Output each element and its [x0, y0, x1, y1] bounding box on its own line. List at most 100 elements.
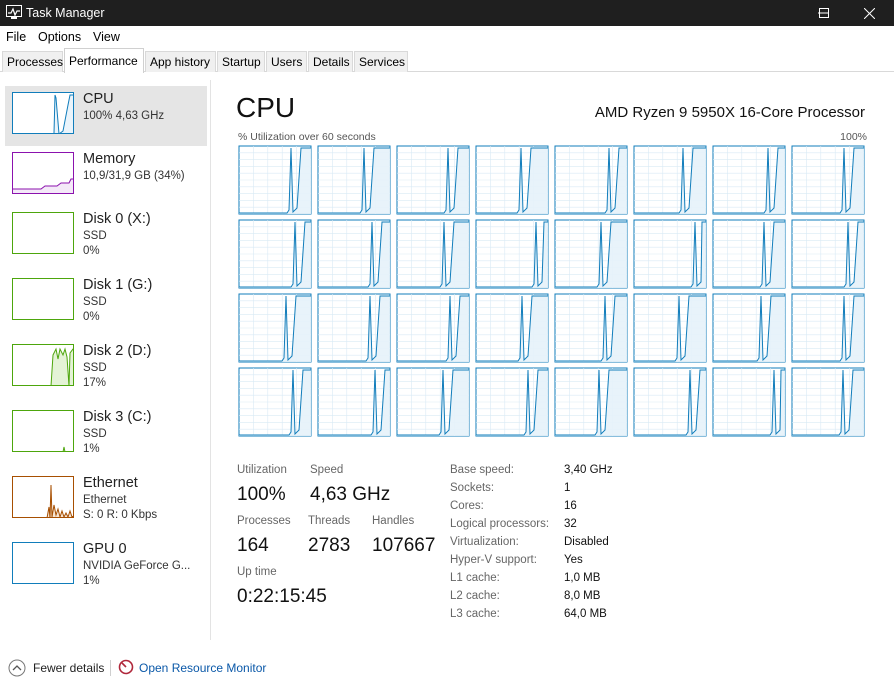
logical-processor-graph [396, 145, 470, 215]
sidebar-disk-3-usage: 1% [83, 443, 100, 455]
sidebar-item-gpu-0[interactable]: GPU 0 NVIDIA GeForce G... 1% [5, 536, 207, 596]
logical-processor-graph [712, 145, 786, 215]
sidebar-item-ethernet[interactable]: Ethernet Ethernet S: 0 R: 0 Kbps [5, 470, 207, 530]
l2-cache-value: 8,0 MB [564, 590, 601, 602]
logical-processor-graph [396, 219, 470, 289]
disk-3-thumbnail-graph [12, 410, 74, 452]
sidebar-memory-name: Memory [83, 151, 136, 167]
speed-label: Speed [310, 464, 344, 476]
sidebar-disk-0-name: Disk 0 (X:) [83, 211, 151, 227]
tab-details[interactable]: Details [308, 51, 353, 72]
threads-value: 2783 [308, 535, 351, 556]
tab-processes[interactable]: Processes [2, 51, 63, 72]
logical-processor-graph [396, 293, 470, 363]
logical-processor-graph [791, 145, 865, 215]
maximize-button[interactable] [801, 0, 847, 26]
base-speed-value: 3,40 GHz [564, 464, 613, 476]
tab-services[interactable]: Services [354, 51, 408, 72]
logical-processor-graph [554, 293, 628, 363]
sockets-label: Sockets: [450, 482, 495, 494]
speed-value: 4,63 GHz [310, 484, 391, 505]
window-title: Task Manager [26, 6, 105, 20]
virtualization-value: Disabled [564, 536, 609, 548]
sidebar-item-disk-0[interactable]: Disk 0 (X:) SSD 0% [5, 206, 207, 266]
uptime-label: Up time [237, 566, 277, 578]
chevron-up-icon[interactable] [8, 659, 26, 677]
graph-axis-label: % Utilization over 60 seconds [238, 131, 376, 143]
sidebar-item-disk-3[interactable]: Disk 3 (C:) SSD 1% [5, 404, 207, 464]
close-button[interactable] [846, 0, 892, 26]
ethernet-thumbnail-graph [12, 476, 74, 518]
handles-label: Handles [372, 515, 415, 527]
sidebar-ethernet-name: Ethernet [83, 475, 138, 491]
sidebar-disk-2-type: SSD [83, 362, 107, 374]
tab-bar: Processes Performance App history Startu… [0, 48, 894, 73]
menu-view[interactable]: View [93, 30, 120, 44]
sidebar-cpu-name: CPU [83, 91, 114, 107]
logical-processor-graph [396, 367, 470, 437]
logical-processor-graphs [238, 145, 865, 437]
sidebar-disk-3-type: SSD [83, 428, 107, 440]
sidebar-gpu-0-name: GPU 0 [83, 541, 127, 557]
hyperv-label: Hyper-V support: [450, 554, 537, 566]
logical-processors-label: Logical processors: [450, 518, 550, 530]
sidebar-item-cpu[interactable]: CPU 100% 4,63 GHz [5, 86, 207, 146]
hyperv-value: Yes [564, 554, 583, 566]
logical-processor-graph [633, 293, 707, 363]
graph-max-label: 100% [840, 131, 867, 143]
sidebar-disk-2-name: Disk 2 (D:) [83, 343, 152, 359]
logical-processor-graph [317, 145, 391, 215]
logical-processor-graph [791, 293, 865, 363]
menu-options[interactable]: Options [38, 30, 81, 44]
tab-startup[interactable]: Startup [217, 51, 265, 72]
logical-processor-graph [554, 219, 628, 289]
cores-label: Cores: [450, 500, 484, 512]
logical-processor-graph [475, 219, 549, 289]
tab-users[interactable]: Users [266, 51, 307, 72]
sidebar-item-disk-1[interactable]: Disk 1 (G:) SSD 0% [5, 272, 207, 332]
sidebar-gpu-0-model: NVIDIA GeForce G... [83, 560, 191, 572]
logical-processor-graph [633, 145, 707, 215]
menu-file[interactable]: File [6, 30, 26, 44]
logical-processor-graph [317, 219, 391, 289]
sidebar-gpu-0-usage: 1% [83, 575, 100, 587]
sidebar-disk-1-name: Disk 1 (G:) [83, 277, 153, 293]
processes-label: Processes [237, 515, 291, 527]
panel-divider [210, 80, 211, 640]
logical-processor-graph [633, 367, 707, 437]
resource-list: CPU 100% 4,63 GHz Memory 10,9/31,9 GB (3… [0, 72, 212, 642]
footer: Fewer details Open Resource Monitor [0, 652, 894, 682]
close-icon [863, 7, 875, 19]
l1-cache-label: L1 cache: [450, 572, 500, 584]
footer-separator [110, 660, 111, 676]
sidebar-disk-1-usage: 0% [83, 311, 100, 323]
sidebar-ethernet-adapter: Ethernet [83, 494, 127, 506]
l3-cache-label: L3 cache: [450, 608, 500, 620]
sidebar-memory-usage: 10,9/31,9 GB (34%) [83, 170, 185, 182]
tab-app-history[interactable]: App history [145, 51, 216, 72]
handles-value: 107667 [372, 535, 436, 556]
cpu-model-name: AMD Ryzen 9 5950X 16-Core Processor [594, 104, 865, 121]
disk-2-thumbnail-graph [12, 344, 74, 386]
uptime-value: 0:22:15:45 [237, 586, 327, 607]
logical-processor-graph [317, 367, 391, 437]
disk-0-thumbnail-graph [12, 212, 74, 254]
threads-label: Threads [308, 515, 351, 527]
maximize-icon [819, 8, 829, 18]
sidebar-disk-1-type: SSD [83, 296, 107, 308]
utilization-value: 100% [237, 484, 286, 505]
utilization-label: Utilization [237, 464, 287, 476]
logical-processor-graph [633, 219, 707, 289]
logical-processor-graph [317, 293, 391, 363]
sidebar-item-memory[interactable]: Memory 10,9/31,9 GB (34%) [5, 146, 207, 206]
logical-processor-graph [238, 145, 312, 215]
sidebar-ethernet-throughput: S: 0 R: 0 Kbps [83, 509, 158, 521]
sidebar-disk-0-usage: 0% [83, 245, 100, 257]
disk-1-thumbnail-graph [12, 278, 74, 320]
open-resource-monitor-link[interactable]: Open Resource Monitor [139, 661, 266, 675]
fewer-details-button[interactable]: Fewer details [33, 661, 104, 675]
resource-monitor-icon[interactable] [118, 659, 134, 675]
tab-performance[interactable]: Performance [64, 48, 144, 73]
sidebar-item-disk-2[interactable]: Disk 2 (D:) SSD 17% [5, 338, 207, 398]
base-speed-label: Base speed: [450, 464, 514, 476]
